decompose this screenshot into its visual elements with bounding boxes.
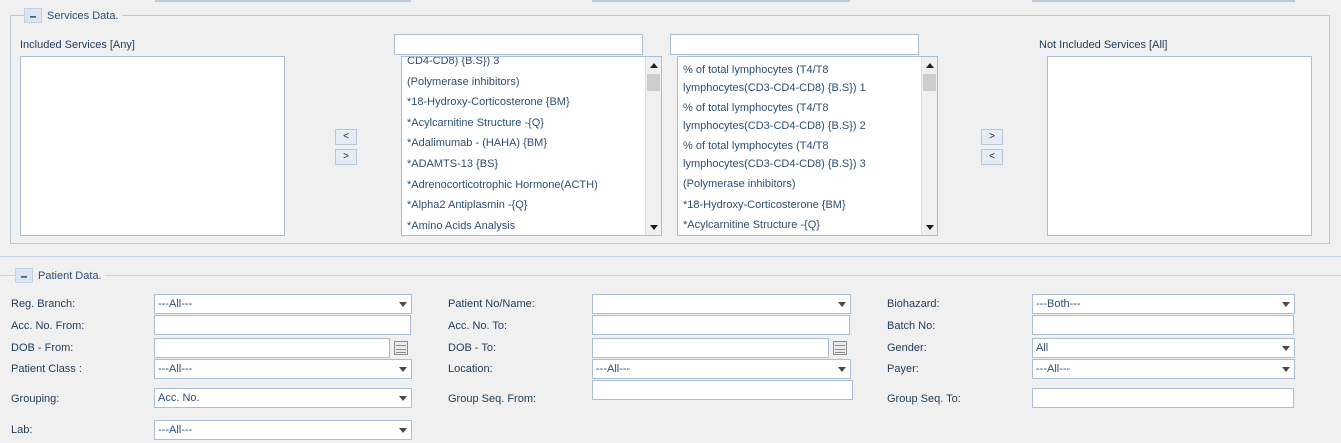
patient-class-label: Patient Class : xyxy=(11,363,82,375)
lab-select[interactable]: ---All--- xyxy=(154,420,412,440)
dob-from-label: DOB - From: xyxy=(11,342,74,354)
included-services-list[interactable] xyxy=(20,56,285,236)
list-item[interactable]: *Alpha2 Antiplasmin -{Q} xyxy=(407,195,641,216)
scrollbar[interactable] xyxy=(645,57,661,235)
group-seq-from-label: Group Seq. From: xyxy=(448,393,537,405)
chevron-down-icon xyxy=(838,302,846,307)
lab-value: ---All--- xyxy=(158,424,193,436)
move-left-button[interactable]: < xyxy=(981,149,1003,165)
patient-fieldset-border xyxy=(0,275,1341,276)
patient-collapse-button[interactable]: – xyxy=(15,268,33,283)
selected-services-search-input[interactable] xyxy=(670,34,919,55)
scroll-up-icon[interactable] xyxy=(922,57,937,73)
patient-no-label: Patient No/Name: xyxy=(448,298,535,310)
chevron-down-icon xyxy=(399,428,407,433)
calendar-icon[interactable] xyxy=(833,341,847,355)
chevron-down-icon xyxy=(399,367,407,372)
patient-class-value: ---All--- xyxy=(158,363,193,375)
list-item[interactable]: *18-Hydroxy-Corticosterone {BM} xyxy=(407,92,641,113)
list-item[interactable]: CD4-CD8) {B.S}) 3 xyxy=(407,57,641,72)
previous-field-stub xyxy=(1032,0,1295,2)
scrollbar[interactable] xyxy=(921,57,937,235)
gender-label: Gender: xyxy=(887,342,927,354)
group-seq-to-input[interactable] xyxy=(1032,388,1294,408)
acc-from-input[interactable] xyxy=(154,315,411,335)
scroll-thumb[interactable] xyxy=(647,74,660,91)
list-item[interactable]: % of total lymphocytes (T4/T8 lymphocyte… xyxy=(683,136,917,174)
chevron-down-icon xyxy=(399,302,407,307)
group-seq-from-input[interactable] xyxy=(592,380,853,400)
scroll-up-icon[interactable] xyxy=(646,57,661,73)
services-legend: – Services Data. xyxy=(24,8,122,23)
patient-class-select[interactable]: ---All--- xyxy=(154,359,412,379)
list-item[interactable]: (Polymerase inhibitors) xyxy=(407,72,641,93)
list-item[interactable]: (Polymerase inhibitors) xyxy=(683,174,917,195)
scroll-down-icon[interactable] xyxy=(922,219,937,235)
available-services-list[interactable]: CD4-CD8) {B.S}) 3 (Polymerase inhibitors… xyxy=(401,56,662,236)
chevron-down-icon xyxy=(399,396,407,401)
reg-branch-select[interactable]: ---All--- xyxy=(154,294,412,314)
scroll-down-icon[interactable] xyxy=(646,219,661,235)
acc-to-label: Acc. No. To: xyxy=(448,320,508,332)
acc-to-input[interactable] xyxy=(592,315,850,335)
batch-input[interactable] xyxy=(1032,315,1294,335)
previous-field-stub xyxy=(592,0,850,2)
location-value: ---All--- xyxy=(596,363,631,375)
included-services-label: Included Services [Any] xyxy=(20,39,135,51)
list-item[interactable]: *Adrenocorticotrophic Hormone(ACTH) xyxy=(407,175,641,196)
available-services-search-input[interactable] xyxy=(394,34,643,55)
patient-legend: – Patient Data. xyxy=(15,268,105,283)
chevron-down-icon xyxy=(838,367,846,372)
not-included-services-list[interactable] xyxy=(1047,56,1312,236)
list-item[interactable]: *ADAMTS-13 {BS} xyxy=(407,154,641,175)
calendar-icon[interactable] xyxy=(394,341,408,355)
list-item[interactable]: *Amino Acids Analysis xyxy=(407,216,641,235)
location-label: Location: xyxy=(448,363,493,375)
biohazard-value: ---Both--- xyxy=(1036,298,1081,310)
reg-branch-value: ---All--- xyxy=(158,298,193,310)
scroll-thumb[interactable] xyxy=(923,74,936,91)
acc-from-label: Acc. No. From: xyxy=(11,320,85,332)
grouping-label: Grouping: xyxy=(11,393,60,405)
biohazard-select[interactable]: ---Both--- xyxy=(1032,294,1295,314)
payer-select[interactable]: ---All--- xyxy=(1032,359,1295,379)
move-right-button[interactable]: > xyxy=(335,149,357,165)
chevron-down-icon xyxy=(1282,367,1290,372)
gender-select[interactable]: All xyxy=(1032,338,1295,358)
reg-branch-label: Reg. Branch: xyxy=(11,298,76,310)
move-left-button[interactable]: < xyxy=(335,129,357,145)
list-item[interactable]: *Adalimumab - (HAHA) {BM} xyxy=(407,133,641,154)
biohazard-label: Biohazard: xyxy=(887,298,940,310)
dob-to-label: DOB - To: xyxy=(448,342,497,354)
group-seq-to-label: Group Seq. To: xyxy=(887,393,961,405)
chevron-down-icon xyxy=(1282,346,1290,351)
gender-value: All xyxy=(1036,342,1049,354)
chevron-down-icon xyxy=(1282,302,1290,307)
dob-from-input[interactable] xyxy=(154,338,390,358)
lab-label: Lab: xyxy=(11,424,33,436)
location-select[interactable]: ---All--- xyxy=(592,359,851,379)
list-item[interactable]: % of total lymphocytes (T4/T8 lymphocyte… xyxy=(683,98,917,136)
move-right-button[interactable]: > xyxy=(981,129,1003,145)
selected-services-list[interactable]: % of total lymphocytes (T4/T8 lymphocyte… xyxy=(677,56,938,236)
section-divider xyxy=(0,256,1341,257)
not-included-services-label: Not Included Services [All] xyxy=(1039,39,1168,51)
grouping-select[interactable]: Acc. No. xyxy=(154,388,412,408)
previous-field-stub xyxy=(155,0,411,2)
patient-no-select[interactable] xyxy=(592,294,851,314)
payer-label: Payer: xyxy=(887,363,919,375)
patient-legend-text: Patient Data. xyxy=(38,269,102,282)
dob-to-input[interactable] xyxy=(592,338,829,358)
batch-label: Batch No: xyxy=(887,320,936,332)
list-item[interactable]: % of total lymphocytes (T4/T8 lymphocyte… xyxy=(683,60,917,98)
services-collapse-button[interactable]: – xyxy=(24,8,42,23)
grouping-value: Acc. No. xyxy=(158,392,200,404)
list-item[interactable]: *18-Hydroxy-Corticosterone {BM} xyxy=(683,195,917,216)
services-legend-text: Services Data. xyxy=(47,9,119,22)
payer-value: ---All--- xyxy=(1036,363,1071,375)
list-item[interactable]: *Acylcarnitine Structure -{Q} xyxy=(407,113,641,134)
list-item[interactable]: *Acylcarnitine Structure -{Q} xyxy=(683,215,917,235)
